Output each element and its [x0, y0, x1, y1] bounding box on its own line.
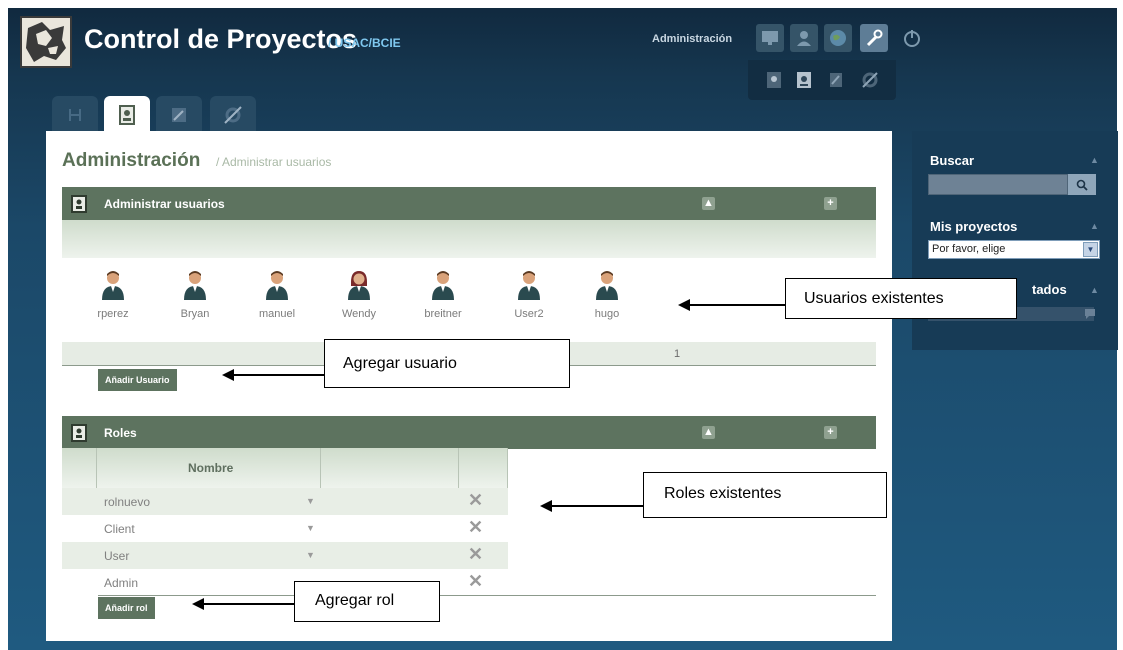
users-panel-header: Administrar usuarios ▲ + — [62, 187, 876, 220]
roles-existing-callout: Roles existentes — [643, 472, 887, 518]
user-item[interactable]: rperez — [78, 270, 148, 320]
third-section-label: tados — [1032, 282, 1067, 297]
users-panel-title: Administrar usuarios — [104, 197, 225, 211]
frame-top — [0, 0, 1123, 8]
edit-icon[interactable] — [822, 66, 850, 94]
badge-icon — [119, 105, 135, 125]
tools-icon[interactable] — [856, 66, 884, 94]
page-title: Administración — [62, 150, 201, 171]
badge-icon[interactable] — [790, 66, 818, 94]
connection-icon — [69, 109, 81, 121]
user-item[interactable]: User2 — [494, 270, 564, 320]
female-user-avatar-icon — [348, 271, 370, 300]
delete-icon[interactable]: ✕ — [468, 490, 483, 511]
search-icon — [1076, 179, 1088, 191]
delete-icon[interactable]: ✕ — [468, 571, 483, 592]
plus-icon[interactable]: + — [824, 426, 837, 439]
chevron-down-icon[interactable]: ▼ — [1083, 242, 1098, 257]
app-title: Control de Proyectos — [84, 24, 358, 54]
arrow-left-icon — [222, 369, 324, 381]
roles-panel-title: Roles — [104, 426, 137, 440]
arrow-left-icon — [678, 299, 785, 311]
add-role-callout: Agregar rol — [294, 581, 440, 622]
user-avatar-icon — [102, 271, 124, 300]
arrow-left-icon — [192, 598, 294, 610]
frame-left — [0, 0, 8, 650]
user-item[interactable]: breitner — [408, 270, 478, 320]
users-grid: rperez Bryan manuel Wendy breitner User2… — [62, 258, 876, 342]
roles-table-header: Nombre — [62, 448, 508, 488]
delete-icon[interactable]: ✕ — [468, 544, 483, 565]
breadcrumb: / Administrar usuarios — [216, 155, 332, 169]
map-logo-icon — [22, 18, 70, 66]
collapse-icon[interactable]: ▲ — [702, 197, 715, 210]
search-label: Buscar — [930, 153, 975, 168]
app-logo — [20, 16, 72, 68]
arrow-left-icon — [540, 500, 643, 512]
admin-link[interactable]: Administración — [652, 33, 732, 45]
collapse-icon[interactable]: ▲ — [1090, 285, 1099, 295]
user-avatar-icon — [596, 271, 618, 300]
add-role-button[interactable]: Añadir rol — [98, 597, 155, 619]
user-avatar-icon — [184, 271, 206, 300]
id-card-icon[interactable] — [760, 66, 788, 94]
roles-panel-header: Roles ▲ + — [62, 416, 876, 449]
badge-icon — [71, 195, 87, 213]
tab-tools[interactable] — [210, 96, 256, 134]
page-number[interactable]: 1 — [674, 348, 680, 360]
collapse-icon[interactable]: ▲ — [1090, 155, 1099, 165]
tab-connections[interactable] — [52, 96, 98, 134]
projects-select[interactable]: Por favor, elige ▼ — [928, 240, 1100, 259]
app-subtitle: / USAC/BCIE — [328, 36, 401, 50]
delete-icon[interactable]: ✕ — [468, 517, 483, 538]
user-avatar-icon — [432, 271, 454, 300]
chevron-down-icon[interactable]: ▼ — [306, 550, 315, 560]
power-icon[interactable] — [898, 24, 926, 52]
search-button[interactable] — [1068, 174, 1096, 195]
user-avatar-icon — [518, 271, 540, 300]
table-row[interactable]: rolnuevo ▼ ✕ — [62, 488, 508, 515]
monitor-icon[interactable] — [756, 24, 784, 52]
divider — [98, 595, 876, 596]
user-item[interactable]: hugo — [572, 270, 642, 320]
badge-icon — [71, 424, 87, 442]
plus-icon[interactable]: + — [824, 197, 837, 210]
column-name-header[interactable]: Nombre — [188, 461, 233, 475]
table-row[interactable]: Client ▼ ✕ — [62, 515, 508, 542]
tab-users[interactable] — [104, 96, 150, 134]
table-row[interactable]: User ▼ ✕ — [62, 542, 508, 569]
add-user-button[interactable]: Añadir Usuario — [98, 369, 177, 391]
tab-edit[interactable] — [156, 96, 202, 134]
user-item[interactable]: Bryan — [160, 270, 230, 320]
collapse-icon[interactable]: ▲ — [1090, 221, 1099, 231]
table-row[interactable]: Admin ✕ — [62, 569, 508, 596]
users-toolbar — [62, 220, 876, 258]
chat-icon[interactable] — [1084, 308, 1096, 320]
edit-icon — [172, 108, 186, 122]
my-projects-label: Mis proyectos — [930, 219, 1018, 234]
collapse-icon[interactable]: ▲ — [702, 426, 715, 439]
user-item[interactable]: Wendy — [324, 270, 394, 320]
tools-icon — [224, 106, 242, 124]
chevron-down-icon[interactable]: ▼ — [306, 523, 315, 533]
search-input[interactable] — [928, 174, 1068, 195]
users-existing-callout: Usuarios existentes — [785, 278, 1017, 319]
user-icon[interactable] — [790, 24, 818, 52]
chevron-down-icon[interactable]: ▼ — [306, 496, 315, 506]
user-avatar-icon — [266, 271, 288, 300]
globe-icon[interactable] — [824, 24, 852, 52]
add-user-callout: Agregar usuario — [324, 339, 570, 388]
user-item[interactable]: manuel — [242, 270, 312, 320]
wrench-icon[interactable] — [860, 24, 888, 52]
